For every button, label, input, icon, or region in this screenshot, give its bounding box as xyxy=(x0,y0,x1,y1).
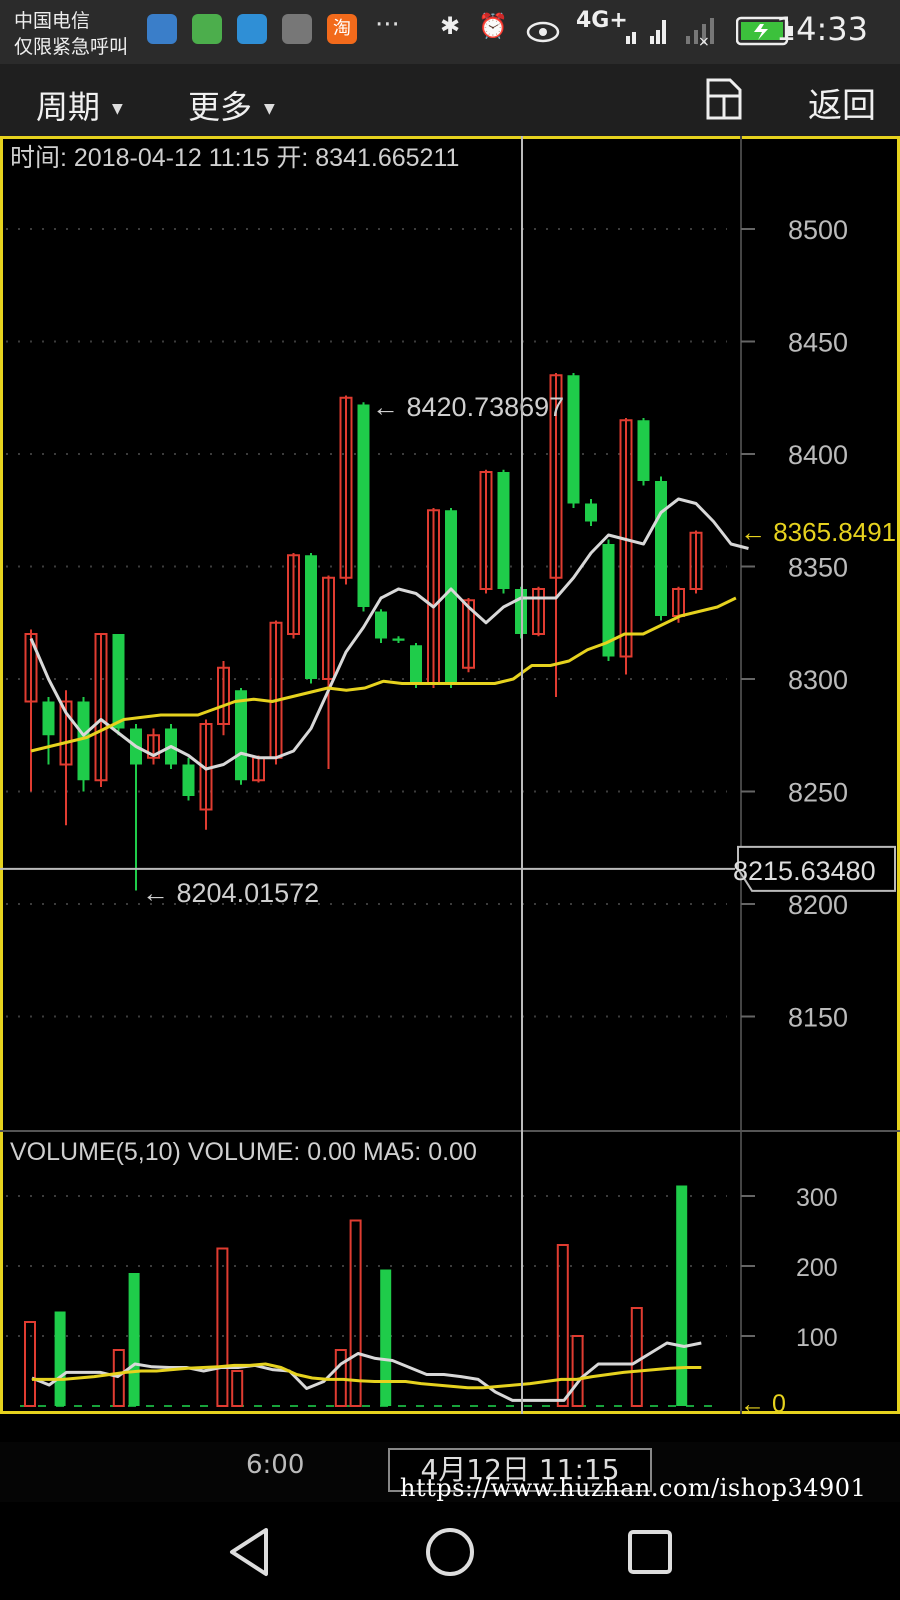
candle-body xyxy=(497,472,510,589)
price-tick-label: 8250 xyxy=(788,778,848,808)
price-tick-label: 8400 xyxy=(788,440,848,470)
no-signal-icon: × xyxy=(686,18,714,48)
volume-tick-label: 200 xyxy=(796,1254,838,1282)
candle-body xyxy=(585,503,597,522)
volume-tick-label: 100 xyxy=(796,1324,838,1352)
candle-body xyxy=(410,645,422,684)
candle-body xyxy=(637,420,650,481)
status-bar: 中国电信 仅限紧急呼叫 淘 ··· ✱ ⏰ 4G+ × 14:33 xyxy=(0,0,900,64)
price-tick-label: 8150 xyxy=(788,1003,848,1033)
candle-body xyxy=(42,701,55,736)
volume-bar xyxy=(54,1311,66,1406)
volume-bar xyxy=(676,1185,688,1406)
candle-body xyxy=(305,555,317,679)
more-label: 更多 xyxy=(188,88,253,126)
chevron-down-icon: ▼ xyxy=(112,101,123,117)
period-dropdown[interactable]: 周期 ▼ xyxy=(36,82,123,128)
price-tick-label: 8350 xyxy=(788,553,848,583)
watermark-url: https://www.huzhan.com/ishop34901 xyxy=(400,1474,867,1502)
candle-info-text: 时间: 2018-04-12 11:15 开: 8341.665211 xyxy=(10,144,459,172)
alarm-icon: ⏰ xyxy=(478,12,508,40)
volume-bar xyxy=(128,1273,140,1406)
price-tick-label: 8500 xyxy=(788,215,848,245)
volume-bar xyxy=(380,1269,392,1406)
candle-body xyxy=(445,510,457,684)
chevron-down-icon: ▼ xyxy=(264,101,275,117)
min-price-annotation: ← 8204.01572 xyxy=(142,878,319,908)
emergency-only-label: 仅限紧急呼叫 xyxy=(14,36,129,58)
bluetooth-icon: ✱ xyxy=(440,12,461,40)
back-button[interactable]: 返回 xyxy=(808,78,876,127)
candle-body xyxy=(375,611,387,639)
last-price-label: ← 8365.8491 xyxy=(740,517,896,547)
candle-body xyxy=(655,481,667,616)
recents-icon[interactable] xyxy=(626,1524,674,1580)
share-icon[interactable] xyxy=(700,74,748,124)
navigation-bar xyxy=(0,1502,900,1600)
cursor-price-label: 8215.63480 xyxy=(733,856,876,886)
game-icon xyxy=(192,14,222,44)
more-dropdown[interactable]: 更多 ▼ xyxy=(188,82,275,128)
candle-body xyxy=(357,404,370,607)
chart-toolbar: 周期 ▼ 更多 ▼ 返回 xyxy=(0,64,900,136)
x-tick-label: 6:00 xyxy=(246,1450,305,1480)
svg-text:×: × xyxy=(698,34,710,48)
browser-icon xyxy=(147,14,177,44)
candle-body xyxy=(235,690,247,781)
price-tick-label: 8300 xyxy=(788,665,848,695)
home-icon[interactable] xyxy=(424,1524,476,1580)
max-price-annotation: ← 8420.738697 xyxy=(372,392,564,422)
kline-chart[interactable]: 8500 8450 8400 8350 8300 8250 8200 8150 300 200 10… xyxy=(0,136,900,1442)
candle-body xyxy=(567,375,580,504)
volume-zero-label: ← 0 xyxy=(740,1390,786,1418)
network-type-icon: 4G+ xyxy=(576,8,628,33)
eye-comfort-icon xyxy=(526,21,560,43)
back-icon[interactable] xyxy=(224,1524,274,1580)
candle-body xyxy=(77,701,90,781)
price-tick-label: 8200 xyxy=(788,890,848,920)
signal-icon xyxy=(626,20,666,44)
volume-tick-label: 300 xyxy=(796,1184,838,1212)
volume-info-text: VOLUME(5,10) VOLUME: 0.00 MA5: 0.00 xyxy=(10,1138,477,1166)
more-notifications-icon: ··· xyxy=(375,10,400,40)
taobao-icon: 淘 xyxy=(327,14,357,44)
gallery-icon xyxy=(282,14,312,44)
clock: 14:33 xyxy=(775,10,868,48)
carrier-label: 中国电信 xyxy=(14,10,91,32)
period-label: 周期 xyxy=(36,88,101,126)
candle-body xyxy=(392,638,405,641)
candle-body xyxy=(182,764,195,796)
candle-body xyxy=(112,634,125,729)
price-tick-label: 8450 xyxy=(788,328,848,358)
health-icon xyxy=(237,14,267,44)
